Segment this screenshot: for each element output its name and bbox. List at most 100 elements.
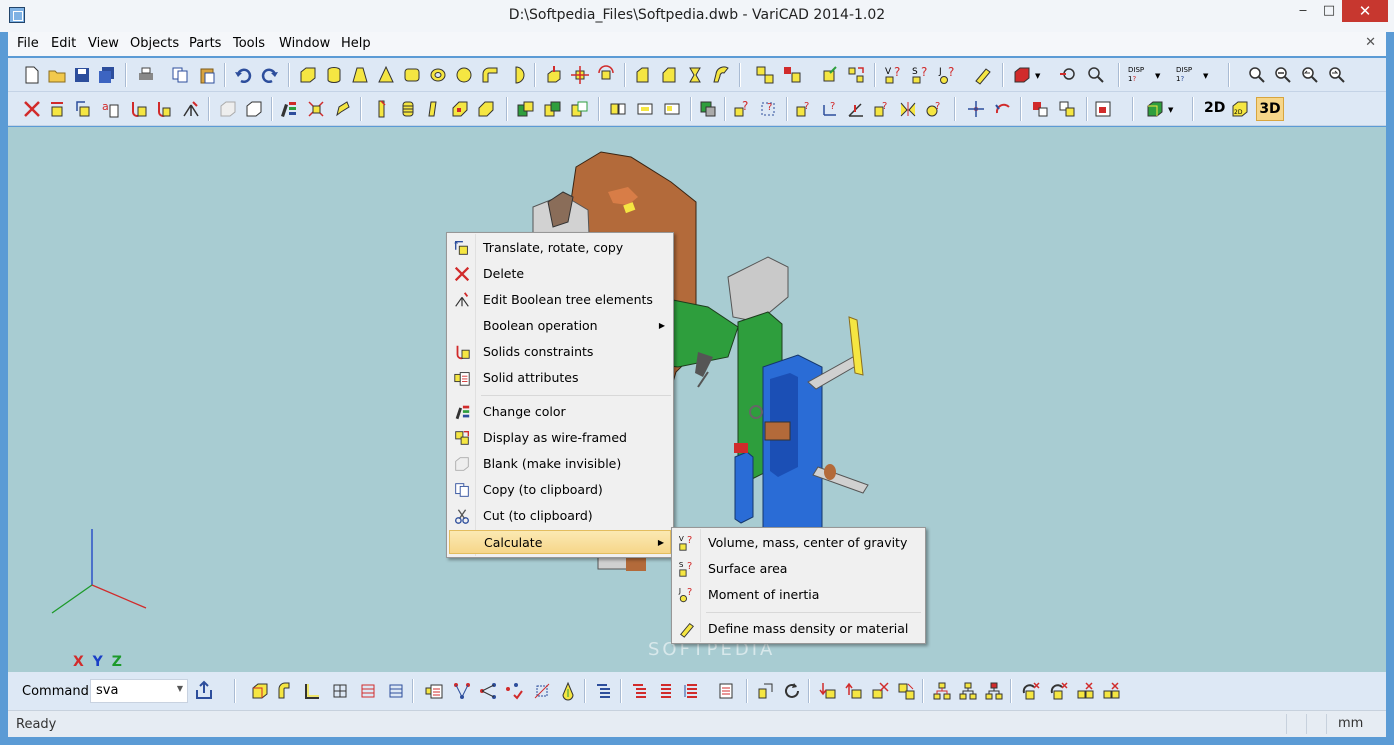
dropdown-arrow-icon[interactable]: ▼ (1168, 106, 1173, 114)
shell-icon[interactable] (450, 99, 470, 119)
mass-density-icon[interactable] (973, 65, 993, 85)
link-icon[interactable] (966, 99, 986, 119)
undo-icon[interactable] (233, 65, 253, 85)
list-red-icon[interactable] (630, 681, 650, 701)
open-folder-icon[interactable] (47, 65, 67, 85)
redo-icon[interactable] (260, 65, 280, 85)
measure-icon[interactable]: ? (758, 99, 778, 119)
distance-icon[interactable]: ? (794, 99, 814, 119)
material-icon[interactable] (558, 681, 578, 701)
menu-item-blank[interactable]: Blank (make invisible) (449, 452, 671, 476)
refresh-icon[interactable] (782, 681, 802, 701)
dropdown-arrow-icon[interactable]: ▼ (1035, 72, 1040, 80)
group-icon[interactable] (698, 99, 718, 119)
cylinder-solid-icon[interactable] (324, 65, 344, 85)
zoom-window-icon[interactable] (1085, 65, 1105, 85)
report-icon[interactable] (716, 681, 736, 701)
menu-item-translate[interactable]: Translate, rotate, copy (449, 236, 671, 260)
switch-3d-button[interactable]: 3D (1256, 97, 1284, 121)
menu-item-density[interactable]: Define mass density or material (674, 617, 923, 641)
section-frame-icon[interactable] (330, 681, 350, 701)
collision-icon[interactable] (898, 99, 918, 119)
boolean-tree-icon[interactable] (181, 99, 201, 119)
union-icon[interactable] (516, 99, 536, 119)
copy-icon[interactable] (170, 65, 190, 85)
section-blue-icon[interactable] (386, 681, 406, 701)
blend-icon[interactable] (476, 99, 496, 119)
arrow-up-solid-icon[interactable] (844, 681, 864, 701)
menu-window[interactable]: Window (279, 36, 330, 51)
menu-objects[interactable]: Objects (130, 36, 179, 51)
paste-icon[interactable] (197, 65, 217, 85)
dimension-icon[interactable] (532, 681, 552, 701)
save-all-icon[interactable] (97, 65, 117, 85)
close-button[interactable]: ✕ (1342, 0, 1388, 22)
intersect-icon[interactable] (570, 99, 590, 119)
rib-icon[interactable] (424, 99, 444, 119)
constraints-icon[interactable] (128, 99, 148, 119)
menu-parts[interactable]: Parts (189, 36, 221, 51)
menu-item-copy[interactable]: Copy (to clipboard) (449, 478, 671, 502)
sweep-solid-icon[interactable] (276, 681, 296, 701)
menu-edit[interactable]: Edit (51, 36, 76, 51)
view-orientation-icon[interactable] (1145, 99, 1165, 119)
torus-solid-icon[interactable] (428, 65, 448, 85)
menu-file[interactable]: File (17, 36, 39, 51)
sweep-icon[interactable] (711, 65, 731, 85)
menu-item-calculate[interactable]: Calculate ▶ (449, 530, 671, 554)
fillet-icon[interactable] (633, 65, 653, 85)
2d-3d-icon[interactable]: 2D (1230, 99, 1250, 119)
list-icon[interactable] (594, 681, 614, 701)
print-icon[interactable] (136, 65, 156, 85)
menu-item-cut[interactable]: Cut (to clipboard) (449, 504, 671, 528)
color-icon[interactable] (278, 99, 298, 119)
menu-view[interactable]: View (88, 36, 119, 51)
translate-icon[interactable] (74, 99, 94, 119)
hierarchy-2-icon[interactable] (958, 681, 978, 701)
new-file-icon[interactable] (22, 65, 42, 85)
zoom-out-icon[interactable] (1272, 65, 1292, 85)
zoom-all-icon[interactable] (1246, 65, 1266, 85)
list-red-3-icon[interactable] (682, 681, 702, 701)
rotate-delete-icon[interactable] (1020, 681, 1040, 701)
layers-swap-icon[interactable] (1057, 99, 1077, 119)
pan-view-icon[interactable] (1058, 65, 1078, 85)
menu-item-inertia[interactable]: J? Moment of inertia (674, 583, 923, 607)
pyramid-solid-icon[interactable] (376, 65, 396, 85)
maximize-button[interactable]: □ (1316, 0, 1342, 22)
hierarchy-icon[interactable] (932, 681, 952, 701)
pipe-bend-icon[interactable] (480, 65, 500, 85)
menu-item-boolean-tree[interactable]: Edit Boolean tree elements (449, 288, 671, 312)
pin-icon[interactable] (372, 99, 392, 119)
command-input[interactable]: sva ▼ (90, 679, 188, 703)
menu-help[interactable]: Help (341, 36, 371, 51)
display-1-button[interactable]: DISP 1? (1128, 66, 1144, 84)
display-2-button[interactable]: DISP 1? (1176, 66, 1192, 84)
edit-solid-icon[interactable] (333, 99, 353, 119)
subtract-icon[interactable] (543, 99, 563, 119)
execute-command-icon[interactable] (194, 680, 214, 700)
menu-item-attributes[interactable]: Solid attributes (449, 366, 671, 390)
dropdown-arrow-icon[interactable]: ▼ (1203, 72, 1208, 80)
chevron-down-icon[interactable]: ▼ (177, 684, 183, 693)
minimize-button[interactable]: ‒ (1290, 0, 1316, 22)
zoom-next-icon[interactable] (1326, 65, 1346, 85)
check-solid-icon[interactable]: ? (732, 99, 752, 119)
box-solid-icon[interactable] (298, 65, 318, 85)
assembly-tree-icon[interactable] (782, 65, 802, 85)
angle-icon[interactable] (846, 99, 866, 119)
bom-icon[interactable] (424, 681, 444, 701)
menu-item-wireframe[interactable]: Display as wire-framed (449, 426, 671, 450)
show-solid-icon[interactable] (244, 99, 264, 119)
save-icon[interactable] (72, 65, 92, 85)
arrow-down-solid-icon[interactable] (818, 681, 838, 701)
menu-item-boolean-operation[interactable]: Boolean operation ▶ (449, 314, 671, 338)
export-icon[interactable] (1093, 99, 1113, 119)
tree-icon[interactable] (452, 681, 472, 701)
coordinate-icon[interactable]: ? (820, 99, 840, 119)
relink-icon[interactable] (993, 99, 1013, 119)
document-close-icon[interactable]: ✕ (1365, 35, 1376, 50)
section-view-icon[interactable] (1012, 65, 1032, 85)
delete-pair-icon[interactable] (870, 681, 890, 701)
rotate-delete-2-icon[interactable] (1048, 681, 1068, 701)
